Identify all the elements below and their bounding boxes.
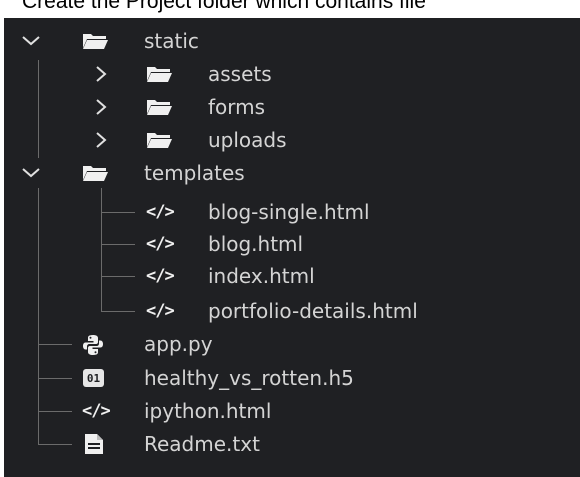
- tree-item-label: ipython.html: [144, 399, 272, 423]
- html-code-icon: </>: [146, 266, 175, 286]
- tree-item-forms[interactable]: forms: [4, 90, 580, 124]
- chevron-right-icon[interactable]: [90, 129, 112, 151]
- folder-open-icon: [146, 131, 172, 149]
- folder-open-icon: [82, 164, 108, 182]
- tree-item-static[interactable]: static: [4, 24, 580, 58]
- tree-item-label: assets: [208, 62, 272, 86]
- tree-item-label: index.html: [208, 264, 315, 288]
- html-code-icon: </>: [146, 301, 175, 321]
- chevron-right-icon[interactable]: [90, 63, 112, 85]
- tree-item-label: healthy_vs_rotten.h5: [144, 366, 354, 390]
- tree-item-uploads[interactable]: uploads: [4, 123, 580, 157]
- tree-item-label: app.py: [144, 332, 213, 356]
- folder-open-icon: [82, 32, 108, 50]
- tree-item-index-html[interactable]: </> index.html: [4, 259, 580, 293]
- tree-item-portfolio-details-html[interactable]: </> portfolio-details.html: [4, 294, 580, 328]
- tree-item-healthy-vs-rotten-h5[interactable]: 01 healthy_vs_rotten.h5: [4, 361, 580, 395]
- python-icon: [82, 334, 104, 356]
- tree-item-readme-txt[interactable]: Readme.txt: [4, 427, 580, 461]
- tree-item-label: forms: [208, 95, 266, 119]
- folder-open-icon: [146, 98, 172, 116]
- tree-item-blog-single-html[interactable]: </> blog-single.html: [4, 195, 580, 229]
- text-file-icon: [84, 433, 104, 455]
- tree-item-ipython-html[interactable]: </> ipython.html: [4, 394, 580, 428]
- page-caption: Create the Project folder which contains…: [0, 0, 580, 13]
- html-code-icon: </>: [146, 202, 175, 222]
- tree-item-label: blog.html: [208, 232, 304, 256]
- tree-item-assets[interactable]: assets: [4, 57, 580, 91]
- file-explorer-tree: static assets forms uploads templates </…: [4, 18, 580, 477]
- tree-item-label: templates: [144, 161, 245, 185]
- tree-item-label: uploads: [208, 128, 287, 152]
- folder-open-icon: [146, 65, 172, 83]
- chevron-down-icon[interactable]: [20, 30, 42, 52]
- tree-item-templates[interactable]: templates: [4, 156, 580, 190]
- tree-item-blog-html[interactable]: </> blog.html: [4, 227, 580, 261]
- html-code-icon: </>: [146, 234, 175, 254]
- tree-item-label: Readme.txt: [144, 432, 260, 456]
- tree-item-label: blog-single.html: [208, 200, 370, 224]
- chevron-down-icon[interactable]: [20, 162, 42, 184]
- tree-item-label: portfolio-details.html: [208, 299, 418, 323]
- tree-item-label: static: [144, 29, 199, 53]
- chevron-right-icon[interactable]: [90, 96, 112, 118]
- html-code-icon: </>: [82, 401, 111, 421]
- tree-item-app-py[interactable]: app.py: [4, 327, 580, 361]
- binary-file-icon: 01: [83, 369, 104, 387]
